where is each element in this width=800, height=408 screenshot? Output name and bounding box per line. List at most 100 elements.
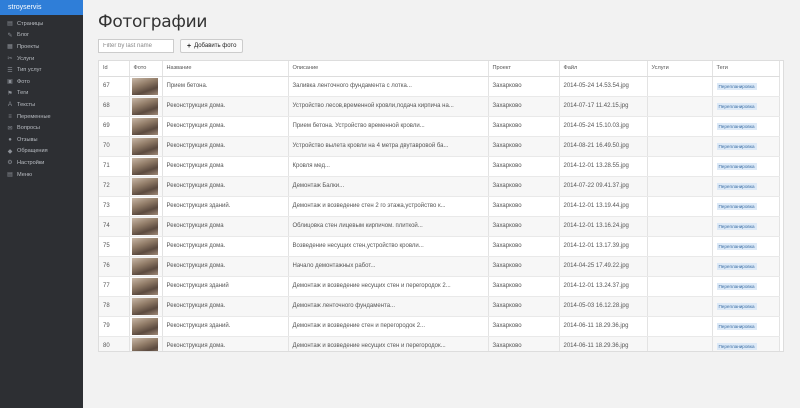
tag-badge[interactable]: Перепланировка — [716, 182, 757, 190]
sidebar-item-tags[interactable]: ⚑ Теги — [0, 88, 83, 100]
cell-services — [647, 296, 713, 317]
sidebar-item-reviews[interactable]: ● Отзывы — [0, 134, 83, 146]
tag-badge[interactable]: Перепланировка — [716, 262, 757, 270]
reviews-icon: ● — [8, 136, 12, 143]
photo-thumbnail[interactable] — [131, 157, 158, 175]
sidebar-item-label: Услуги — [17, 55, 35, 62]
sidebar-item-label: Блог — [17, 32, 30, 39]
cell-tags: Перепланировка — [712, 196, 780, 217]
photo-thumbnail[interactable] — [131, 257, 158, 275]
table-row[interactable]: 69 Реконструкция дома. Прием бетона. Устро… — [99, 116, 780, 137]
cell-photo — [129, 316, 163, 337]
pages-icon: ▤ — [7, 21, 13, 28]
table-row[interactable]: 77 Реконструкция зданий Демонтаж и возведе… — [99, 276, 780, 297]
table-row[interactable]: 68 Реконструкция дома. Устройство лесов,вр… — [99, 96, 780, 117]
sidebar-item-settings[interactable]: ⚙ Настройки — [0, 157, 83, 169]
table-row[interactable]: 74 Реконструкция дома Облицовка стен лицев… — [99, 216, 780, 237]
sidebar-item-projects[interactable]: ▦ Проекты — [0, 41, 83, 53]
photo-thumbnail[interactable] — [131, 297, 158, 315]
column-header[interactable]: Id — [99, 61, 130, 77]
cell-photo — [129, 216, 163, 237]
tag-badge[interactable]: Перепланировка — [716, 82, 757, 90]
tag-badge[interactable]: Перепланировка — [716, 202, 757, 210]
cell-desc: Устройство вылета кровли на 4 метра двут… — [288, 136, 489, 157]
cell-photo — [129, 156, 163, 177]
column-header[interactable]: Теги — [712, 61, 780, 77]
column-header[interactable]: Фото — [129, 61, 163, 77]
table-row[interactable]: 67 Прием бетона. Заливка ленточного фундам… — [99, 76, 780, 97]
sidebar-item-variables[interactable]: ≡ Переменные — [0, 111, 83, 123]
photo-thumbnail[interactable] — [131, 117, 158, 135]
cell-photo — [129, 256, 163, 277]
table-header-row: Id Фото Название Описание Проект Файл Услуги Те… — [99, 61, 780, 77]
cell-tags: Перепланировка — [712, 216, 780, 237]
tag-badge[interactable]: Перепланировка — [716, 222, 757, 230]
table-row[interactable]: 80 Реконструкция дома. Демонтаж и возведен… — [99, 336, 780, 351]
tag-badge[interactable]: Перепланировка — [716, 142, 757, 150]
tag-badge[interactable]: Перепланировка — [716, 102, 757, 110]
tag-badge[interactable]: Перепланировка — [716, 162, 757, 170]
cell-photo — [129, 96, 163, 117]
photo-thumbnail[interactable] — [131, 317, 158, 335]
photo-thumbnail[interactable] — [131, 217, 158, 235]
tag-badge[interactable]: Перепланировка — [716, 302, 757, 310]
table-row[interactable]: 78 Реконструкция дома. Демонтаж ленточного… — [99, 296, 780, 317]
tag-badge[interactable]: Перепланировка — [716, 282, 757, 290]
cell-project: Захарково — [488, 316, 560, 337]
column-header[interactable]: Название — [162, 61, 289, 77]
table-row[interactable]: 70 Реконструкция дома. Устройство вылета к… — [99, 136, 780, 157]
sidebar-item-photo[interactable]: ▣ Фото — [0, 76, 83, 88]
table-row[interactable]: 76 Реконструкция дома. Начало демонтажных … — [99, 256, 780, 277]
sidebar-item-requests[interactable]: ◆ Обращения — [0, 146, 83, 158]
cell-project: Захарково — [488, 116, 560, 137]
sidebar-item-menu[interactable]: ▤ Меню — [0, 169, 83, 181]
cell-photo — [129, 76, 163, 97]
cell-services — [647, 336, 713, 351]
photo-thumbnail[interactable] — [131, 97, 158, 115]
sidebar-item-label: Обращения — [17, 148, 48, 155]
photo-thumbnail[interactable] — [131, 77, 158, 95]
sidebar-item-blog[interactable]: ✎ Блог — [0, 30, 83, 42]
cell-tags: Перепланировка — [712, 316, 780, 337]
cell-services — [647, 136, 713, 157]
tag-badge[interactable]: Перепланировка — [716, 342, 757, 350]
cell-tags: Перепланировка — [712, 136, 780, 157]
column-header[interactable]: Услуги — [647, 61, 713, 77]
brand-logo[interactable]: stroyservis — [0, 0, 83, 15]
services-icon: ✂ — [7, 56, 13, 63]
column-header[interactable]: Файл — [559, 61, 648, 77]
sidebar-item-pages[interactable]: ▤ Страницы — [0, 18, 83, 30]
add-photo-button[interactable]: + Добавить фото — [180, 39, 244, 53]
table-row[interactable]: 75 Реконструкция дома. Возведение несущих … — [99, 236, 780, 257]
photo-thumbnail[interactable] — [131, 337, 158, 351]
table-row[interactable]: 73 Реконструкция зданий. Демонтаж и возвед… — [99, 196, 780, 217]
main-content: Фотографии + Добавить фото IdФотоНазвани… — [83, 0, 800, 408]
sidebar-item-questions[interactable]: ✉ Вопросы — [0, 122, 83, 134]
cell-file: 2014-12-01 13.28.55.jpg — [559, 156, 648, 177]
search-input[interactable] — [98, 39, 174, 53]
tag-badge[interactable]: Перепланировка — [716, 242, 757, 250]
sidebar-item-texts[interactable]: A Тексты — [0, 99, 83, 111]
photo-thumbnail[interactable] — [131, 197, 158, 215]
cell-file: 2014-12-01 13.24.37.jpg — [559, 276, 648, 297]
column-header[interactable]: Проект — [488, 61, 560, 77]
tag-badge[interactable]: Перепланировка — [716, 122, 757, 130]
cell-name: Реконструкция дома — [162, 216, 289, 237]
sidebar-item-services[interactable]: ✂ Услуги — [0, 53, 83, 65]
cell-desc: Устройство лесов,временной кровли,подача… — [288, 96, 489, 117]
cell-desc: Начало демонтажных работ... — [288, 256, 489, 277]
column-header[interactable]: Описание — [288, 61, 489, 77]
cell-file: 2014-07-17 11.42.15.jpg — [559, 96, 648, 117]
cell-file: 2014-12-01 13.17.39.jpg — [559, 236, 648, 257]
photo-thumbnail[interactable] — [131, 237, 158, 255]
photo-thumbnail[interactable] — [131, 177, 158, 195]
table-row[interactable]: 72 Реконструкция дома. Демонтаж Балки... За… — [99, 176, 780, 197]
cell-desc: Демонтаж ленточного фундамента... — [288, 296, 489, 317]
photo-thumbnail[interactable] — [131, 137, 158, 155]
tag-badge[interactable]: Перепланировка — [716, 322, 757, 330]
sidebar-item-service-type[interactable]: ☰ Тип услуг — [0, 64, 83, 76]
cell-services — [647, 76, 713, 97]
table-row[interactable]: 71 Реконструкция дома Кровля мед... Захарко… — [99, 156, 780, 177]
table-row[interactable]: 79 Реконструкция зданий. Демонтаж и возвед… — [99, 316, 780, 337]
photo-thumbnail[interactable] — [131, 277, 158, 295]
